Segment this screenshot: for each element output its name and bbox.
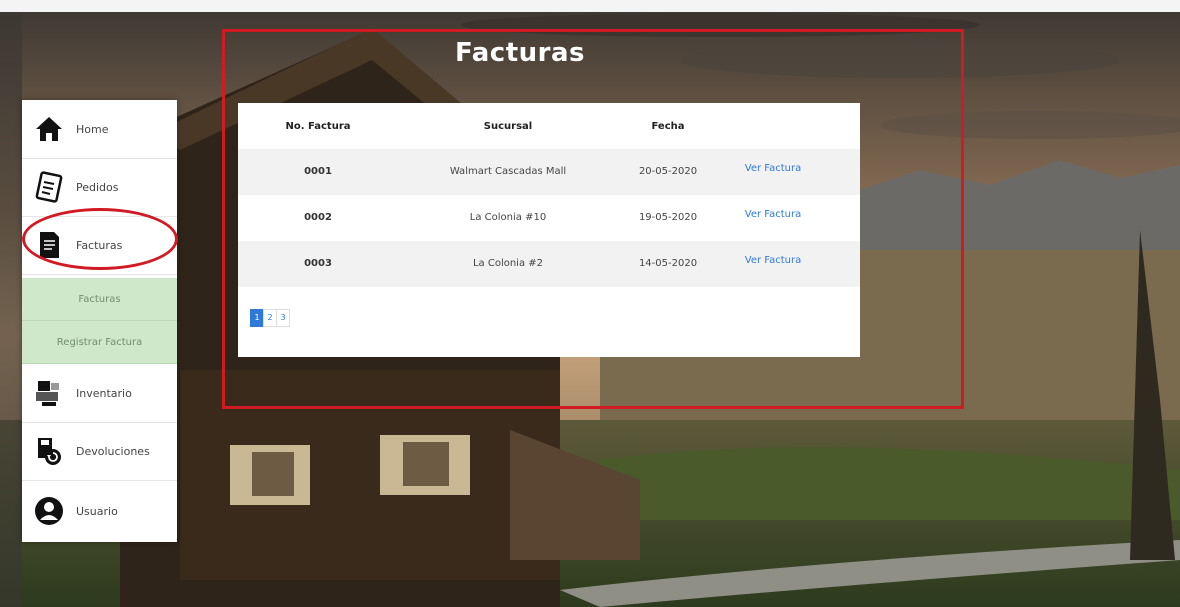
inventory-icon bbox=[30, 374, 68, 412]
column-header-number: No. Factura bbox=[285, 121, 351, 132]
sidebar-item-home[interactable]: Home bbox=[22, 100, 177, 159]
order-form-icon bbox=[30, 168, 68, 206]
view-invoice-link[interactable]: Ver Factura bbox=[733, 149, 813, 195]
highlight-circle bbox=[22, 208, 178, 270]
invoice-branch: La Colonia #10 bbox=[469, 212, 547, 223]
sidebar: Home Pedidos Facturas Facturas Registrar… bbox=[22, 100, 177, 542]
submenu-item-registrar-factura[interactable]: Registrar Factura bbox=[22, 321, 177, 364]
sidebar-item-devoluciones[interactable]: Devoluciones bbox=[22, 422, 177, 481]
invoice-number: 0001 bbox=[304, 166, 332, 177]
sidebar-item-label: Usuario bbox=[76, 504, 118, 518]
column-header-branch: Sucursal bbox=[483, 121, 533, 132]
invoice-date: 14-05-2020 bbox=[638, 258, 698, 269]
sidebar-item-usuario[interactable]: Usuario bbox=[22, 480, 177, 542]
invoice-date: 19-05-2020 bbox=[638, 212, 698, 223]
submenu-item-facturas[interactable]: Facturas bbox=[22, 278, 177, 321]
page-button-3[interactable]: 3 bbox=[276, 309, 290, 327]
column-header-date: Fecha bbox=[651, 121, 685, 132]
page-button-2[interactable]: 2 bbox=[263, 309, 277, 327]
sidebar-item-inventario[interactable]: Inventario bbox=[22, 364, 177, 423]
invoice-number: 0003 bbox=[304, 258, 332, 269]
page-button-1[interactable]: 1 bbox=[250, 309, 264, 327]
sidebar-item-label: Home bbox=[76, 122, 109, 136]
sidebar-item-label: Inventario bbox=[76, 386, 132, 400]
returns-icon bbox=[30, 432, 68, 470]
table-row: 0003 La Colonia #2 14-05-2020 Ver Factur… bbox=[238, 241, 860, 287]
view-invoice-link[interactable]: Ver Factura bbox=[733, 195, 813, 241]
sidebar-item-label: Pedidos bbox=[76, 180, 119, 194]
view-invoice-link[interactable]: Ver Factura bbox=[733, 241, 813, 287]
table-row: 0002 La Colonia #10 19-05-2020 Ver Factu… bbox=[238, 195, 860, 241]
page-title: Facturas bbox=[455, 38, 585, 68]
invoice-branch: Walmart Cascadas Mall bbox=[449, 166, 567, 177]
sidebar-item-label: Devoluciones bbox=[76, 444, 150, 458]
user-icon bbox=[30, 492, 68, 530]
invoice-date: 20-05-2020 bbox=[638, 166, 698, 177]
browser-top-strip bbox=[0, 0, 1180, 12]
invoice-number: 0002 bbox=[304, 212, 332, 223]
table-row: 0001 Walmart Cascadas Mall 20-05-2020 Ve… bbox=[238, 149, 860, 195]
invoices-table: No. Factura Sucursal Fecha 0001 Walmart … bbox=[238, 103, 860, 357]
home-icon bbox=[30, 110, 68, 148]
invoice-branch: La Colonia #2 bbox=[472, 258, 544, 269]
pagination: 1 2 3 bbox=[250, 309, 290, 327]
